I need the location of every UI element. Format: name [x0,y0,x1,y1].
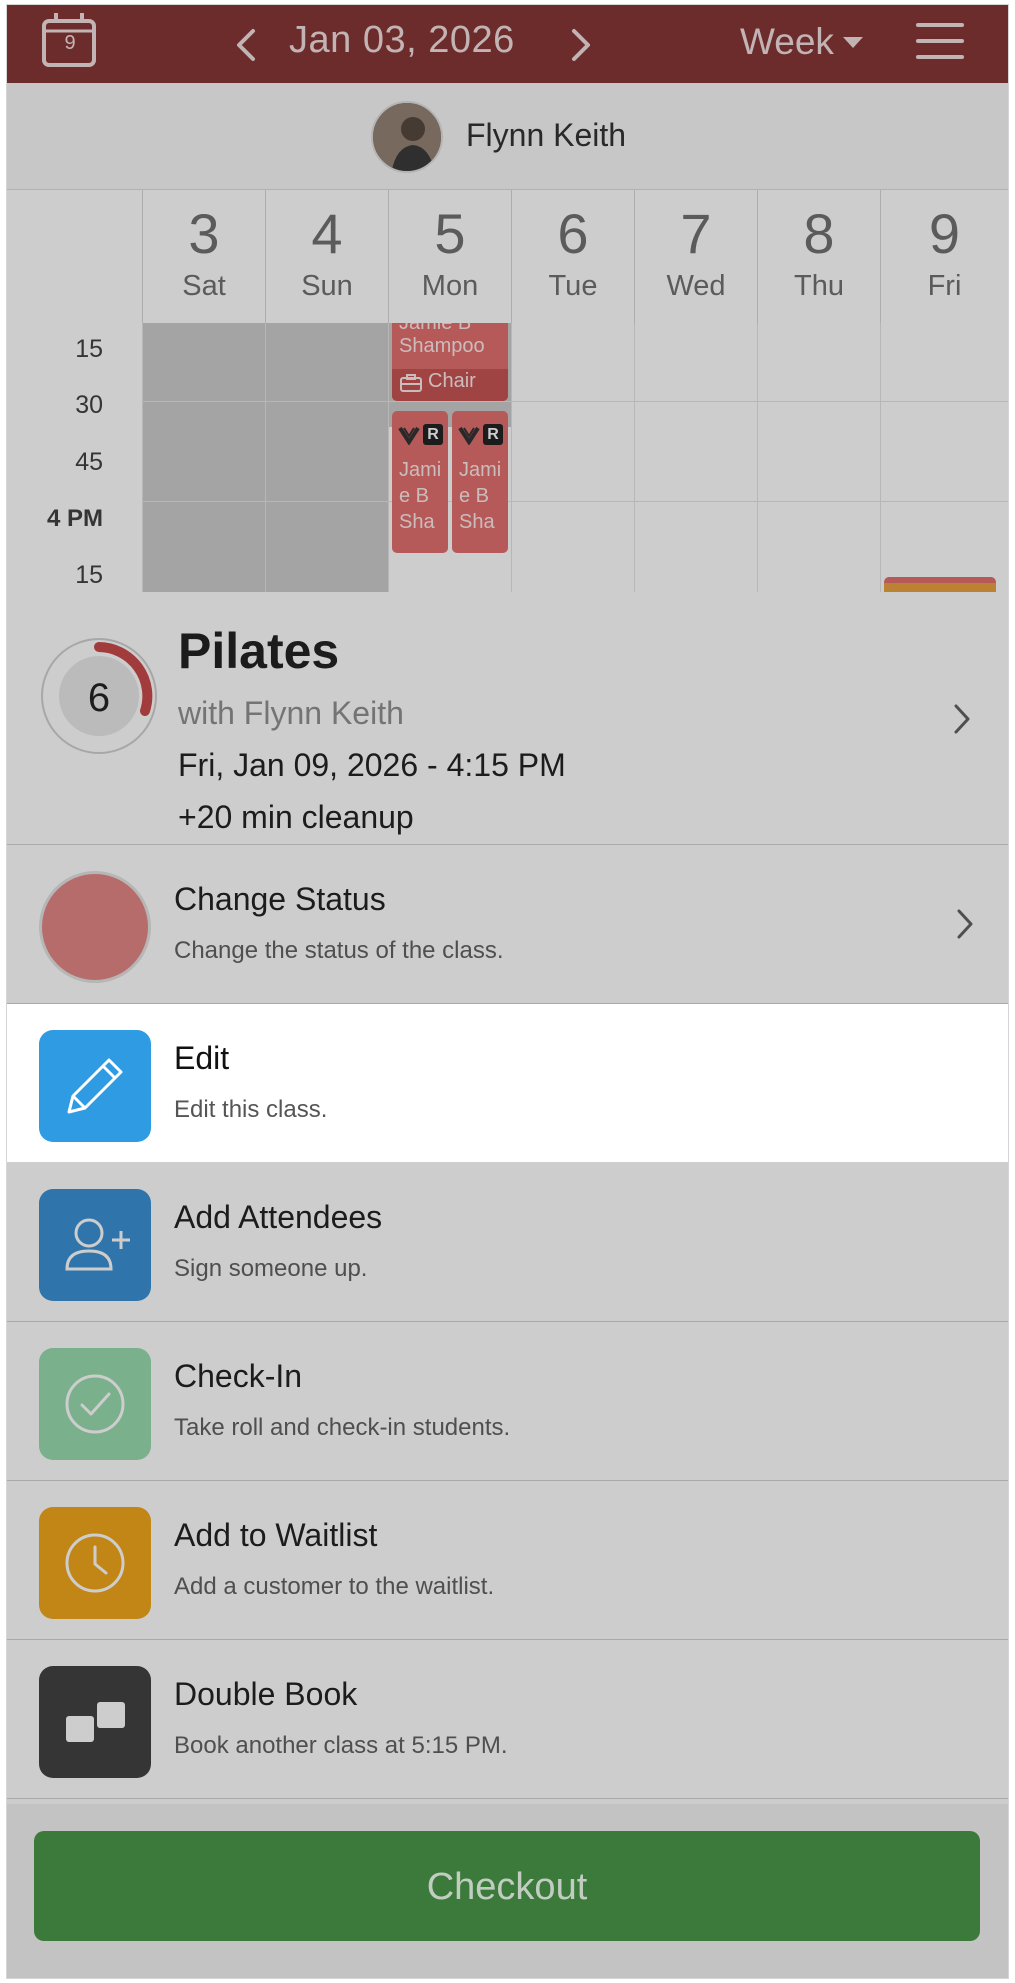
row-subtitle: Change the status of the class. [174,937,504,964]
row-subtitle: Book another class at 5:15 PM. [174,1732,508,1759]
change-status-row[interactable]: Change Status Change the status of the c… [7,845,1008,1004]
row-title: Change Status [174,881,386,917]
edit-class-row[interactable]: Edit Edit this class. [7,1004,1008,1163]
checkout-button[interactable]: Checkout [34,1831,980,1941]
row-subtitle: Edit this class. [174,1096,328,1123]
row-title: Check-In [174,1358,303,1394]
chevron-right-icon [954,704,970,734]
status-dot-icon [39,871,151,983]
row-title: Add Attendees [174,1199,383,1235]
check-in-row[interactable]: Check-In Take roll and check-in students… [7,1322,1008,1481]
row-title: Double Book [174,1676,358,1712]
row-title: Add to Waitlist [174,1517,378,1553]
pencil-icon [39,1030,151,1142]
double-book-icon [39,1666,151,1778]
class-cleanup: +20 min cleanup [178,799,414,835]
row-subtitle: Take roll and check-in students. [174,1414,511,1441]
class-instructor: with Flynn Keith [178,695,404,731]
row-subtitle: Add a customer to the waitlist. [174,1573,495,1600]
class-datetime: Fri, Jan 09, 2026 - 4:15 PM [178,747,566,783]
class-action-sheet: 6 Pilates with Flynn Keith Fri, Jan 09, … [7,592,1008,1978]
class-summary[interactable]: 6 Pilates with Flynn Keith Fri, Jan 09, … [7,592,1008,845]
capacity-count: 6 [87,676,111,720]
row-title: Edit [174,1040,230,1076]
app-frame: 9 Jan 03, 2026 Week Flynn Keith 3 Sat 4 … [7,5,1008,1978]
add-attendees-row[interactable]: Add Attendees Sign someone up. [7,1163,1008,1322]
double-book-row[interactable]: Double Book Book another class at 5:15 P… [7,1640,1008,1799]
row-subtitle: Sign someone up. [174,1255,368,1282]
add-to-waitlist-row[interactable]: Add to Waitlist Add a customer to the wa… [7,1481,1008,1640]
class-name: Pilates [178,623,340,679]
chevron-right-icon [957,909,973,939]
check-circle-icon [39,1348,151,1460]
add-user-icon [39,1189,151,1301]
clock-icon [39,1507,151,1619]
dim-overlay[interactable] [7,5,1008,592]
checkout-bar: Checkout [7,1804,1008,1978]
